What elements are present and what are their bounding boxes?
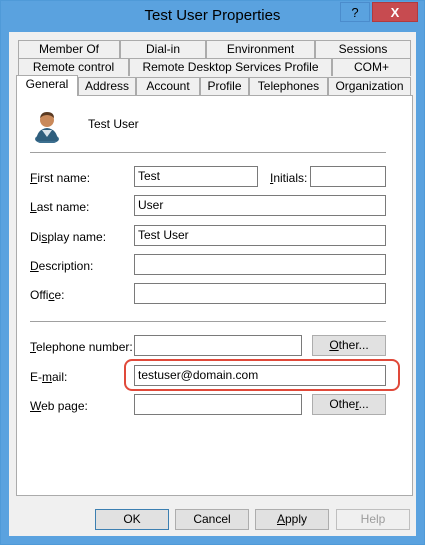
last-name-field[interactable]: User (134, 195, 386, 216)
display-name-label: Display name: (30, 230, 107, 244)
web-page-other-button[interactable]: Other... (312, 394, 386, 415)
office-label: Office: (30, 288, 65, 302)
apply-button[interactable]: Apply (255, 509, 329, 530)
separator-top (30, 152, 386, 153)
email-label: E-mail: (30, 370, 68, 384)
tab-remote-control[interactable]: Remote control (18, 58, 129, 76)
initials-label: Initials: (270, 171, 308, 185)
display-name-field[interactable]: Test User (134, 225, 386, 246)
ok-button[interactable]: OK (95, 509, 169, 530)
user-display-header: Test User (88, 117, 139, 131)
tab-account[interactable]: Account (136, 77, 200, 95)
tab-environment[interactable]: Environment (206, 40, 315, 58)
tab-profile[interactable]: Profile (200, 77, 249, 95)
tab-com-plus[interactable]: COM+ (332, 58, 411, 76)
title-bar[interactable]: Test User Properties ? X (1, 1, 424, 32)
first-name-label: First name: (30, 171, 91, 185)
tab-general[interactable]: General (16, 75, 78, 96)
close-icon: X (390, 5, 400, 20)
tab-address[interactable]: Address (78, 77, 136, 95)
first-name-field[interactable]: Test (134, 166, 258, 187)
telephone-other-button[interactable]: Other... (312, 335, 386, 356)
telephone-label: Telephone number: (30, 340, 133, 354)
help-button[interactable]: Help (336, 509, 410, 530)
help-title-button[interactable]: ? (340, 2, 370, 22)
description-field[interactable] (134, 254, 386, 275)
tab-organization[interactable]: Organization (328, 77, 411, 95)
tab-sessions[interactable]: Sessions (315, 40, 411, 58)
office-field[interactable] (134, 283, 386, 304)
properties-window: Test User Properties ? X Member Of Dial-… (0, 0, 425, 545)
tab-rds-profile[interactable]: Remote Desktop Services Profile (129, 58, 332, 76)
close-button[interactable]: X (372, 2, 418, 22)
last-name-label: Last name: (30, 200, 90, 214)
telephone-field[interactable] (134, 335, 302, 356)
tab-member-of[interactable]: Member Of (18, 40, 120, 58)
tab-dial-in[interactable]: Dial-in (120, 40, 206, 58)
cancel-button[interactable]: Cancel (175, 509, 249, 530)
tab-telephones[interactable]: Telephones (249, 77, 328, 95)
description-label: Description: (30, 259, 94, 273)
web-page-field[interactable] (134, 394, 302, 415)
user-avatar-icon (31, 109, 63, 144)
email-field[interactable]: testuser@domain.com (134, 365, 386, 386)
separator-bottom (30, 321, 386, 322)
initials-field[interactable] (310, 166, 386, 187)
web-page-label: Web page: (30, 399, 88, 413)
